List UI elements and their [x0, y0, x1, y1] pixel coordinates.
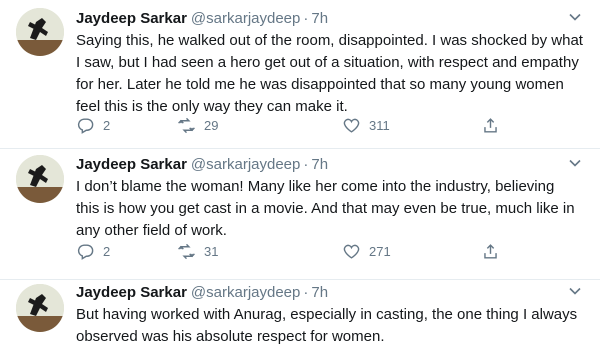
- separator-dot: ·: [303, 156, 309, 173]
- reply-icon: [77, 243, 94, 260]
- chevron-down-icon[interactable]: [568, 10, 582, 24]
- tweet-3[interactable]: Jaydeep Sarkar @sarkarjaydeep · 7h But havi…: [0, 280, 600, 356]
- avatar[interactable]: [16, 155, 64, 203]
- retweet-button[interactable]: 31: [177, 240, 218, 262]
- author-name[interactable]: Jaydeep Sarkar: [76, 10, 187, 27]
- tweet-text-line: observed was his absolute respect for wo…: [76, 328, 385, 345]
- avatar-image: [16, 155, 64, 203]
- tweet-text-line: I don’t blame the woman! Many like her c…: [76, 178, 555, 195]
- retweet-count: 29: [204, 117, 219, 133]
- author-handle[interactable]: @sarkarjaydeep: [191, 156, 300, 173]
- tweet-actions: 2 31 271: [76, 240, 576, 264]
- tweet-text: Saying this, he walked out of the room, …: [76, 30, 588, 118]
- retweet-icon: [178, 117, 195, 133]
- like-button[interactable]: 311: [342, 114, 390, 136]
- tweet-text: I don’t blame the woman! Many like her c…: [76, 176, 588, 242]
- reply-count: 2: [103, 117, 111, 133]
- avatar[interactable]: [16, 284, 64, 332]
- author-name[interactable]: Jaydeep Sarkar: [76, 284, 187, 301]
- share-icon: [484, 117, 497, 133]
- reply-button[interactable]: 2: [76, 114, 110, 136]
- tweet-text-line: any other field of work.: [76, 222, 227, 239]
- tweet-time[interactable]: 7h: [311, 10, 328, 27]
- tweet-1[interactable]: Jaydeep Sarkar @sarkarjaydeep · 7h Saying t…: [0, 0, 600, 149]
- tweet-text: But having worked with Anurag, especiall…: [76, 304, 588, 348]
- reply-count: 2: [103, 243, 111, 259]
- tweet-actions: 2 29 311: [76, 114, 576, 138]
- tweet-2[interactable]: Jaydeep Sarkar @sarkarjaydeep · 7h I don’t …: [0, 149, 600, 280]
- avatar-image: [16, 8, 64, 56]
- tweet-text-line: for her. Later he told me he was disappo…: [76, 76, 564, 93]
- like-button[interactable]: 271: [342, 240, 391, 262]
- reply-icon: [77, 117, 94, 134]
- tweet-text-line: I saw, but I had seen a hero get out of …: [76, 54, 579, 71]
- tweet-header: Jaydeep Sarkar @sarkarjaydeep · 7h: [76, 9, 328, 29]
- reply-button[interactable]: 2: [76, 240, 110, 262]
- author-handle[interactable]: @sarkarjaydeep: [191, 284, 300, 301]
- tweet-time[interactable]: 7h: [311, 284, 328, 301]
- share-icon: [484, 243, 497, 259]
- author-handle[interactable]: @sarkarjaydeep: [191, 10, 300, 27]
- chevron-down-icon[interactable]: [568, 284, 582, 298]
- separator-dot: ·: [303, 284, 309, 301]
- retweet-button[interactable]: 29: [177, 114, 218, 136]
- chevron-down-icon[interactable]: [568, 156, 582, 170]
- tweet-text-line: But having worked with Anurag, especiall…: [76, 306, 578, 323]
- like-count: 271: [369, 243, 391, 259]
- avatar-image: [16, 284, 64, 332]
- tweet-header: Jaydeep Sarkar @sarkarjaydeep · 7h: [76, 283, 328, 303]
- avatar[interactable]: [16, 8, 64, 56]
- author-name[interactable]: Jaydeep Sarkar: [76, 156, 187, 173]
- separator-dot: ·: [303, 10, 309, 27]
- tweet-text-line: Saying this, he walked out of the room, …: [76, 32, 583, 49]
- tweet-text-line: this is how you get cast in a movie. And…: [76, 200, 575, 217]
- like-count: 311: [369, 117, 390, 133]
- retweet-icon: [178, 243, 195, 259]
- heart-icon: [343, 118, 360, 133]
- retweet-count: 31: [204, 243, 219, 259]
- tweet-header: Jaydeep Sarkar @sarkarjaydeep · 7h: [76, 155, 328, 175]
- tweet-time[interactable]: 7h: [311, 156, 328, 173]
- share-button[interactable]: [481, 114, 500, 136]
- share-button[interactable]: [481, 240, 500, 262]
- heart-icon: [343, 244, 360, 259]
